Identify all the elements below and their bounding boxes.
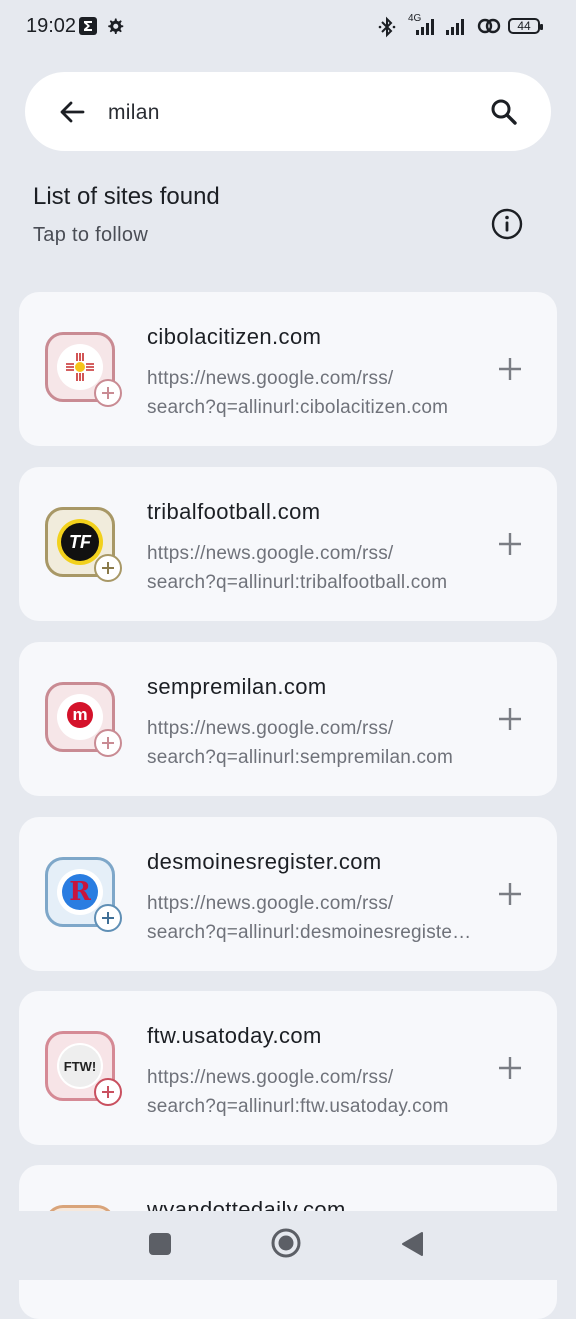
add-badge-icon: [94, 904, 122, 932]
site-card[interactable]: FTW! ftw.usatoday.com https://news.googl…: [19, 991, 557, 1145]
home-button[interactable]: [270, 1227, 302, 1259]
tribalfootball-logo: TF: [61, 523, 99, 561]
plus-icon[interactable]: [497, 356, 523, 382]
site-card[interactable]: m sempremilan.com https://news.google.co…: [19, 642, 557, 796]
add-badge-icon: [94, 1078, 122, 1106]
site-url: https://news.google.com/rss/search?q=all…: [147, 543, 448, 593]
battery-indicator: 44: [508, 18, 543, 34]
site-url: https://news.google.com/rss/search?q=all…: [147, 718, 453, 768]
site-url: https://news.google.com/rss/search?q=all…: [147, 368, 449, 418]
zia-sun-logo-icon: [66, 353, 94, 381]
plus-icon[interactable]: [497, 881, 523, 907]
back-button[interactable]: [400, 1231, 424, 1257]
ftw-logo: FTW!: [59, 1045, 101, 1087]
section-title: List of sites found: [33, 183, 220, 210]
search-input[interactable]: milan: [108, 101, 160, 125]
site-avatar: FTW!: [45, 1031, 122, 1106]
link-icon: [477, 18, 501, 34]
plus-icon[interactable]: [497, 706, 523, 732]
back-arrow-icon[interactable]: [57, 97, 87, 127]
site-url: https://news.google.com/rss/search?q=all…: [147, 893, 472, 943]
sempremilan-logo: m: [67, 702, 93, 728]
sigma-app-icon: [79, 17, 97, 35]
add-badge-icon: [94, 729, 122, 757]
gear-icon: [108, 18, 124, 34]
status-bar: 19:02 4G 44: [0, 0, 576, 52]
site-card[interactable]: cibolacitizen.com https://news.google.co…: [19, 292, 557, 446]
search-bar[interactable]: milan: [25, 72, 551, 151]
signal-icon: [416, 19, 434, 35]
desmoinesregister-logo: R: [62, 874, 98, 910]
navigation-bar: [0, 1211, 576, 1280]
site-avatar: R: [45, 857, 122, 932]
site-avatar: [45, 332, 122, 407]
site-avatar: TF: [45, 507, 122, 582]
section-subtitle: Tap to follow: [33, 224, 149, 246]
site-name: desmoinesregister.com: [147, 849, 382, 874]
site-name: cibolacitizen.com: [147, 324, 322, 349]
site-name: sempremilan.com: [147, 674, 327, 699]
site-avatar: m: [45, 682, 122, 757]
add-badge-icon: [94, 379, 122, 407]
site-name: tribalfootball.com: [147, 499, 321, 524]
plus-icon[interactable]: [497, 531, 523, 557]
plus-icon[interactable]: [497, 1055, 523, 1081]
signal-icon-2: [446, 19, 464, 35]
status-time: 19:02: [26, 15, 77, 37]
site-card[interactable]: R desmoinesregister.com https://news.goo…: [19, 817, 557, 971]
info-icon[interactable]: [490, 207, 524, 241]
site-card[interactable]: TF tribalfootball.com https://news.googl…: [19, 467, 557, 621]
site-url: https://news.google.com/rss/search?q=all…: [147, 1067, 449, 1117]
site-name: ftw.usatoday.com: [147, 1023, 322, 1048]
add-badge-icon: [94, 554, 122, 582]
bluetooth-icon: [378, 16, 396, 38]
search-icon[interactable]: [489, 97, 519, 127]
recents-button[interactable]: [149, 1233, 171, 1255]
